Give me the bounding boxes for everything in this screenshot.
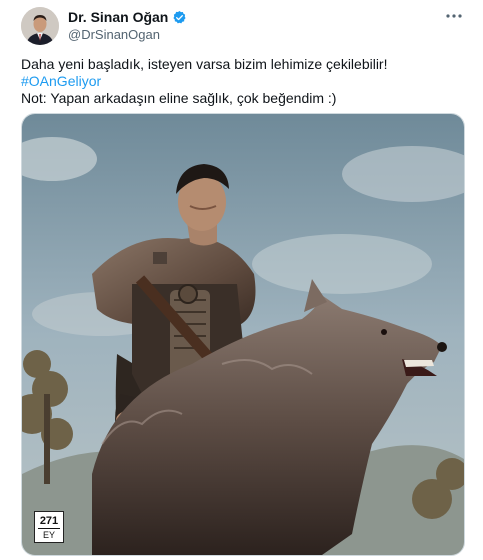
- watermark-bottom: EY: [42, 529, 55, 540]
- warrior-wolf-artwork: [22, 114, 464, 555]
- tweet-media-image[interactable]: 271 EY: [21, 113, 465, 556]
- author-name-row: Dr. Sinan Oğan: [68, 9, 187, 25]
- author-handle[interactable]: @DrSinanOgan: [68, 27, 160, 42]
- author-display-name[interactable]: Dr. Sinan Oğan: [68, 9, 168, 25]
- tweet-text-line-3: Not: Yapan arkadaşın eline sağlık, çok b…: [21, 90, 337, 106]
- watermark-divider: [38, 527, 60, 529]
- watermark-top: 271: [39, 514, 59, 527]
- tweet: Dr. Sinan Oğan @DrSinanOgan Daha yeni ba…: [0, 0, 483, 560]
- media-watermark: 271 EY: [34, 511, 64, 543]
- more-horizontal-icon: [446, 14, 462, 18]
- verified-badge-icon: [172, 10, 187, 25]
- more-options-button[interactable]: [443, 6, 465, 26]
- tweet-text-line-1: Daha yeni başladık, isteyen varsa bizim …: [21, 56, 388, 72]
- hashtag-link[interactable]: #OAnGeliyor: [21, 73, 101, 89]
- tweet-text: Daha yeni başladık, isteyen varsa bizim …: [21, 56, 466, 107]
- avatar-image: [21, 7, 59, 45]
- author-avatar[interactable]: [21, 7, 59, 45]
